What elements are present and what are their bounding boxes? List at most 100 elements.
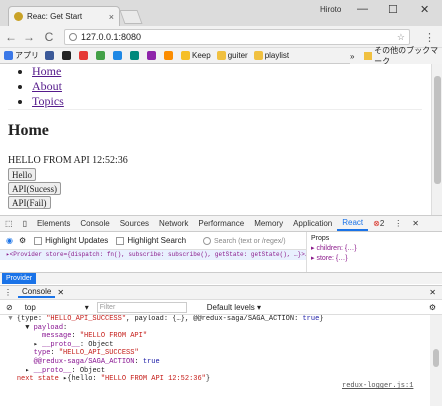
url-text[interactable]: 127.0.0.1:8080 [81, 32, 397, 42]
bookmark-item[interactable] [79, 51, 90, 60]
bookmark-item[interactable] [164, 51, 175, 60]
log-token [0, 375, 17, 383]
page-heading: Home [8, 122, 49, 139]
console-log-line[interactable]: ▸ __proto__: Object [0, 341, 430, 350]
prop-store[interactable]: ▸ store: {…} [311, 254, 438, 264]
bookmark-item[interactable] [96, 51, 107, 60]
tab-performance[interactable]: Performance [193, 219, 249, 228]
settings-gear-icon[interactable]: ⚙ [19, 236, 26, 245]
console-filter-input[interactable]: Filter [96, 301, 187, 313]
log-token: : [71, 332, 80, 341]
bookmark-icon-3 [96, 51, 105, 60]
address-bar[interactable]: 127.0.0.1:8080 ☆ [64, 29, 410, 45]
info-icon[interactable] [69, 33, 77, 41]
close-tab-icon[interactable]: × [109, 12, 114, 22]
bookmark-item[interactable]: アプリ [4, 50, 39, 61]
api-success-button[interactable]: API(Sucess) [8, 182, 61, 195]
api-fail-button[interactable]: API(Fail) [8, 196, 51, 209]
console-log-line[interactable]: ▼ {type: "HELLO_API_SUCCESS", payload: {… [0, 315, 430, 324]
tab-application[interactable]: Application [288, 219, 337, 228]
component-tree-row[interactable]: ▸<Provider store={dispatch: fn(), subscr… [0, 250, 306, 260]
forward-icon[interactable]: → [22, 30, 36, 44]
reload-icon[interactable]: C [42, 30, 56, 44]
console-drawer-close-icon[interactable]: ✕ [57, 288, 64, 297]
bookmark-item[interactable] [62, 51, 73, 60]
bookmark-item[interactable]: playlist [253, 51, 289, 60]
log-token: __proto__ [42, 340, 80, 349]
bookmark-overflow-icon[interactable]: » [350, 52, 354, 61]
context-dropdown-icon[interactable]: ▾ [85, 303, 89, 312]
browser-menu-icon[interactable]: ⋮ [424, 31, 435, 44]
prop-children[interactable]: ▸ children: {…} [311, 244, 438, 254]
hello-button[interactable]: Hello [8, 168, 36, 181]
console-log-line[interactable]: type: "HELLO_API_SUCCESS" [0, 349, 430, 358]
page-scrollbar[interactable] [431, 64, 442, 215]
log-token: {type: [16, 315, 47, 323]
levels-dropdown[interactable]: Default levels ▾ [207, 303, 261, 312]
profile-name[interactable]: Hiroto [320, 5, 341, 14]
browser-tab[interactable]: Reac: Get Start × [8, 6, 120, 26]
tab-console[interactable]: Console [75, 219, 114, 228]
console-log-line[interactable]: @@redux-saga/SAGA_ACTION: true [0, 358, 430, 367]
log-token: : [50, 349, 59, 358]
maximize-icon[interactable]: ☐ [388, 3, 398, 16]
bookmark-icon-4 [113, 51, 122, 60]
console-scrollbar-thumb[interactable] [433, 349, 439, 367]
drawer-menu-icon[interactable]: ⋮ [4, 288, 12, 297]
divider [8, 109, 422, 110]
console-drawer-tab[interactable]: Console [18, 287, 56, 298]
tab-react[interactable]: React [337, 216, 369, 231]
react-search-input[interactable]: Search (text or /regex/) [203, 235, 303, 247]
log-token: type [33, 349, 51, 358]
scrollbar-thumb[interactable] [434, 76, 441, 184]
back-icon[interactable]: ← [4, 30, 18, 44]
console-log-line[interactable]: ▸ __proto__: Object [0, 367, 430, 376]
devtools-menu-icon[interactable]: ⋮ [389, 219, 407, 228]
bookmark-item[interactable] [45, 51, 56, 60]
page-viewport [0, 64, 431, 215]
console-settings-gear-icon[interactable]: ⚙ [429, 303, 436, 312]
bookmark-item[interactable] [113, 51, 124, 60]
highlight-search-label: Highlight Search [127, 236, 187, 245]
highlight-search-checkbox[interactable] [116, 236, 125, 245]
tab-elements[interactable]: Elements [32, 219, 75, 228]
breadcrumb-provider[interactable]: Provider [2, 273, 37, 284]
highlight-updates-label: Highlight Updates [45, 236, 109, 245]
source-link[interactable]: redux-logger.js:1 [342, 382, 413, 390]
favicon-icon [14, 12, 23, 21]
folder-icon [216, 51, 226, 60]
drawer-close-icon[interactable]: ✕ [429, 288, 436, 297]
console-log-line[interactable]: ▼ payload: [0, 324, 430, 333]
log-token: } [205, 375, 211, 384]
close-window-icon[interactable]: ✕ [420, 3, 429, 16]
nav-link-home[interactable]: Home [32, 64, 61, 78]
props-title: Props [311, 235, 330, 242]
select-element-icon[interactable]: ◉ [6, 236, 13, 245]
other-bookmarks[interactable]: » その他のブックマーク [350, 46, 442, 66]
minimize-icon[interactable]: — [357, 3, 368, 15]
bookmark-icon-1 [45, 51, 54, 60]
bookmark-item[interactable]: guiter [216, 51, 248, 60]
console-log-line[interactable]: message: "HELLO FROM API" [0, 332, 430, 341]
devtools-close-icon[interactable]: ✕ [407, 219, 424, 228]
context-select[interactable]: top [25, 303, 85, 312]
console-scrollbar[interactable] [430, 315, 442, 406]
bookmark-item[interactable] [130, 51, 141, 60]
highlight-updates-checkbox[interactable] [34, 236, 43, 245]
log-token: "HELLO FROM API" [79, 332, 148, 341]
search-placeholder: Search (text or /regex/) [214, 237, 286, 245]
error-badge[interactable]: ⊗2 [368, 219, 389, 228]
tab-memory[interactable]: Memory [249, 219, 288, 228]
tab-network[interactable]: Network [154, 219, 193, 228]
clear-console-icon[interactable]: ⊘ [6, 303, 13, 312]
bookmark-item[interactable] [147, 51, 158, 60]
nav-link-about[interactable]: About [32, 79, 62, 93]
device-toolbar-icon[interactable]: ▯ [18, 219, 32, 228]
nav-link-topics[interactable]: Topics [32, 94, 64, 108]
bookmark-item[interactable]: Keep [181, 51, 211, 60]
inspect-icon[interactable]: ⬚ [0, 219, 18, 228]
bookmark-star-icon[interactable]: ☆ [397, 32, 405, 43]
log-token: @@redux-saga/SAGA_ACTION [33, 357, 135, 366]
bookmark-icon-2 [79, 51, 88, 60]
tab-sources[interactable]: Sources [115, 219, 154, 228]
